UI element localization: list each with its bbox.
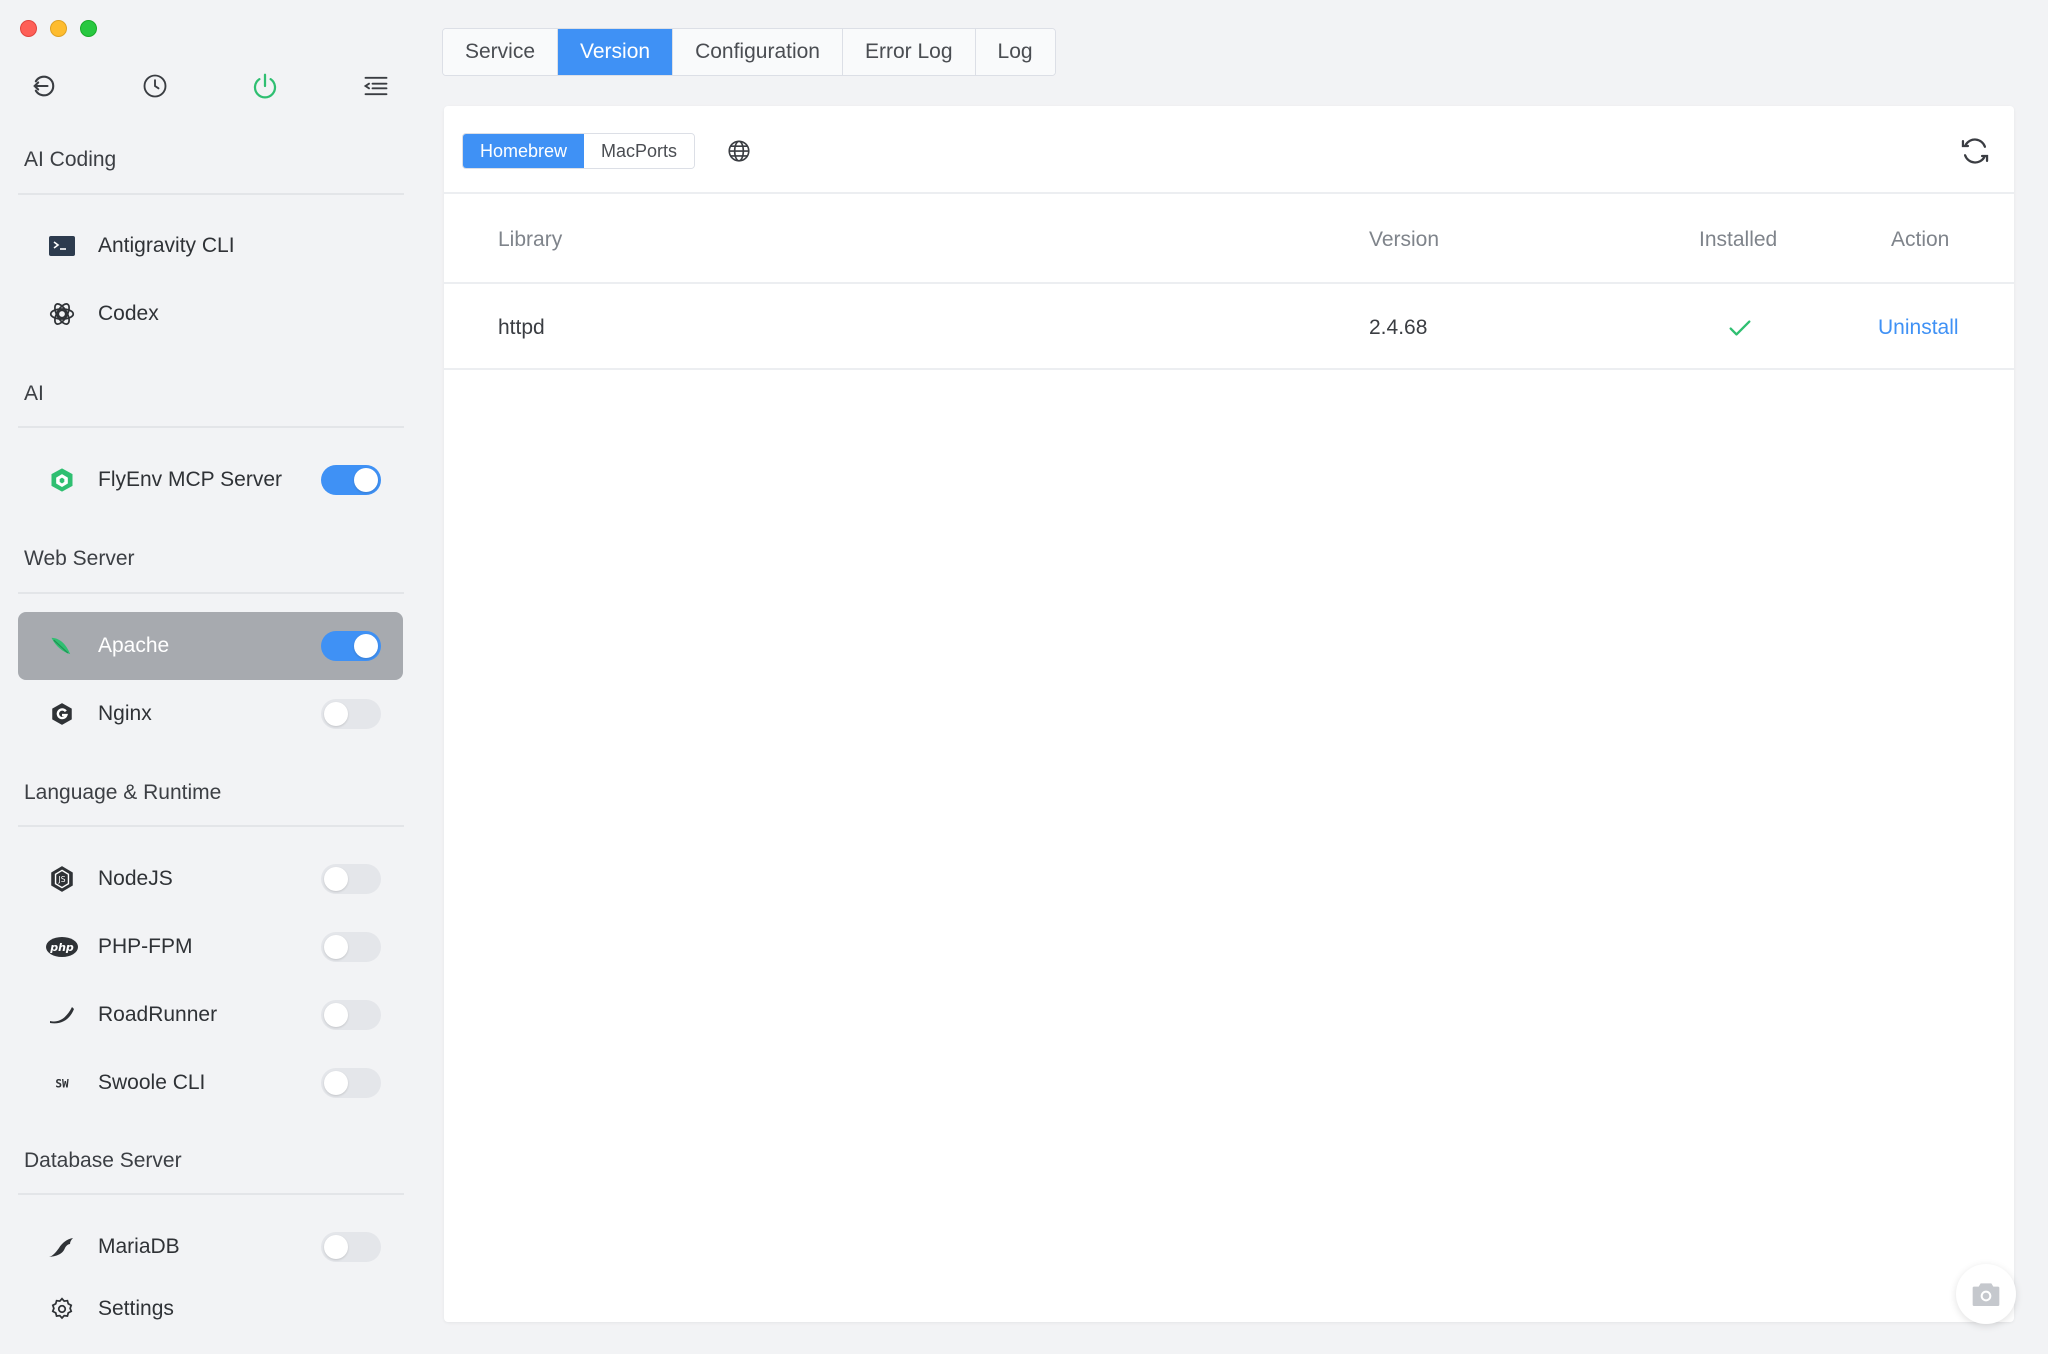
sidebar-item-label: Settings — [98, 1297, 174, 1320]
globe-icon[interactable] — [724, 136, 754, 166]
sidebar-item-label: MariaDB — [98, 1235, 180, 1258]
camera-icon[interactable] — [1956, 1264, 2016, 1324]
tab-error-log[interactable]: Error Log — [843, 29, 976, 75]
table-row: httpd 2.4.68 Uninstall — [444, 286, 2014, 370]
section-divider — [18, 193, 404, 195]
php-fpm-toggle[interactable] — [321, 932, 381, 962]
refresh-icon[interactable] — [1956, 132, 1994, 170]
openai-icon — [45, 297, 79, 331]
source-homebrew-button[interactable]: Homebrew — [463, 134, 585, 168]
sidebar-item-label: RoadRunner — [98, 1003, 218, 1026]
menu-icon[interactable] — [356, 66, 396, 106]
sidebar-item-label: FlyEnv MCP Server — [98, 468, 282, 491]
version-cell: 2.4.68 — [1369, 316, 1428, 339]
nodejs-icon: JS — [45, 862, 79, 896]
sidebar-item-mariadb[interactable]: MariaDB — [18, 1213, 403, 1281]
mariadb-toggle[interactable] — [321, 1232, 381, 1262]
sidebar-item-nodejs[interactable]: JS NodeJS — [18, 845, 403, 913]
section-title-language-runtime: Language & Runtime — [24, 781, 222, 804]
sidebar-item-label: Apache — [98, 634, 170, 657]
nodejs-toggle[interactable] — [321, 864, 381, 894]
sidebar-item-nginx[interactable]: Nginx — [18, 680, 403, 748]
sidebar-item-antigravity-cli[interactable]: Antigravity CLI — [18, 212, 403, 280]
table-header: Library Version Installed Action — [444, 196, 2014, 284]
sidebar-item-label: Swoole CLI — [98, 1071, 206, 1094]
swoole-icon: SW — [45, 1066, 79, 1100]
flyenv-mcp-toggle[interactable] — [321, 465, 381, 495]
library-cell: httpd — [498, 316, 545, 339]
power-icon[interactable] — [245, 66, 285, 106]
tab-configuration[interactable]: Configuration — [673, 29, 843, 75]
sidebar: AI Coding Antigravity CLI Codex AI FlyEn… — [0, 0, 420, 1354]
column-header-installed: Installed — [1699, 228, 1778, 251]
source-macports-button[interactable]: MacPorts — [584, 134, 695, 168]
panel-header: Homebrew MacPorts — [444, 106, 2014, 194]
installed-check-icon — [1726, 286, 1754, 370]
seal-icon — [45, 1230, 79, 1264]
uninstall-button[interactable]: Uninstall — [1878, 286, 1959, 370]
tab-service[interactable]: Service — [443, 29, 559, 75]
version-panel: Homebrew MacPorts Library Version Instal… — [444, 106, 2014, 1322]
apache-toggle[interactable] — [321, 631, 381, 661]
sidebar-item-label: Codex — [98, 302, 159, 325]
tab-version[interactable]: Version — [558, 29, 674, 75]
sidebar-item-label: Antigravity CLI — [98, 234, 235, 257]
main-tabs: Service Version Configuration Error Log … — [442, 28, 1056, 76]
section-divider — [18, 825, 404, 827]
feather-icon — [45, 629, 79, 663]
section-title-database-server: Database Server — [24, 1149, 182, 1172]
roadrunner-toggle[interactable] — [321, 1000, 381, 1030]
history-icon[interactable] — [135, 66, 175, 106]
section-divider — [18, 426, 404, 428]
section-divider — [18, 1193, 404, 1195]
sidebar-item-php-fpm[interactable]: php PHP-FPM — [18, 913, 403, 981]
app-window: AI Coding Antigravity CLI Codex AI FlyEn… — [0, 0, 2048, 1354]
svg-text:JS: JS — [58, 875, 66, 884]
cube-icon — [45, 463, 79, 497]
sidebar-item-label: NodeJS — [98, 867, 173, 890]
source-selector: Homebrew MacPorts — [462, 133, 696, 169]
sidebar-item-apache[interactable]: Apache — [18, 612, 403, 680]
sidebar-item-flyenv-mcp-server[interactable]: FlyEnv MCP Server — [18, 446, 403, 514]
sidebar-item-label: Nginx — [98, 702, 152, 725]
section-title-ai: AI — [24, 382, 44, 405]
svg-text:php: php — [49, 941, 74, 954]
svg-text:SW: SW — [55, 1077, 69, 1090]
swoole-cli-toggle[interactable] — [321, 1068, 381, 1098]
sidebar-item-codex[interactable]: Codex — [18, 280, 403, 348]
sidebar-item-settings[interactable]: Settings — [18, 1275, 403, 1343]
tab-log[interactable]: Log — [975, 29, 1055, 75]
sidebar-item-roadrunner[interactable]: RoadRunner — [18, 981, 403, 1049]
section-title-ai-coding: AI Coding — [24, 148, 117, 171]
nginx-icon — [45, 697, 79, 731]
back-icon[interactable] — [24, 66, 64, 106]
sidebar-item-swoole-cli[interactable]: SW Swoole CLI — [18, 1049, 403, 1117]
section-title-web-server: Web Server — [24, 547, 135, 570]
terminal-icon — [45, 229, 79, 263]
php-icon: php — [45, 930, 79, 964]
section-divider — [18, 592, 404, 594]
column-header-action: Action — [1891, 228, 1950, 251]
sidebar-item-label: PHP-FPM — [98, 935, 193, 958]
roadrunner-icon — [45, 998, 79, 1032]
column-header-library: Library — [498, 228, 563, 251]
sidebar-toolbar — [24, 66, 404, 106]
nginx-toggle[interactable] — [321, 699, 381, 729]
column-header-version: Version — [1369, 228, 1440, 251]
gear-icon — [45, 1292, 79, 1326]
